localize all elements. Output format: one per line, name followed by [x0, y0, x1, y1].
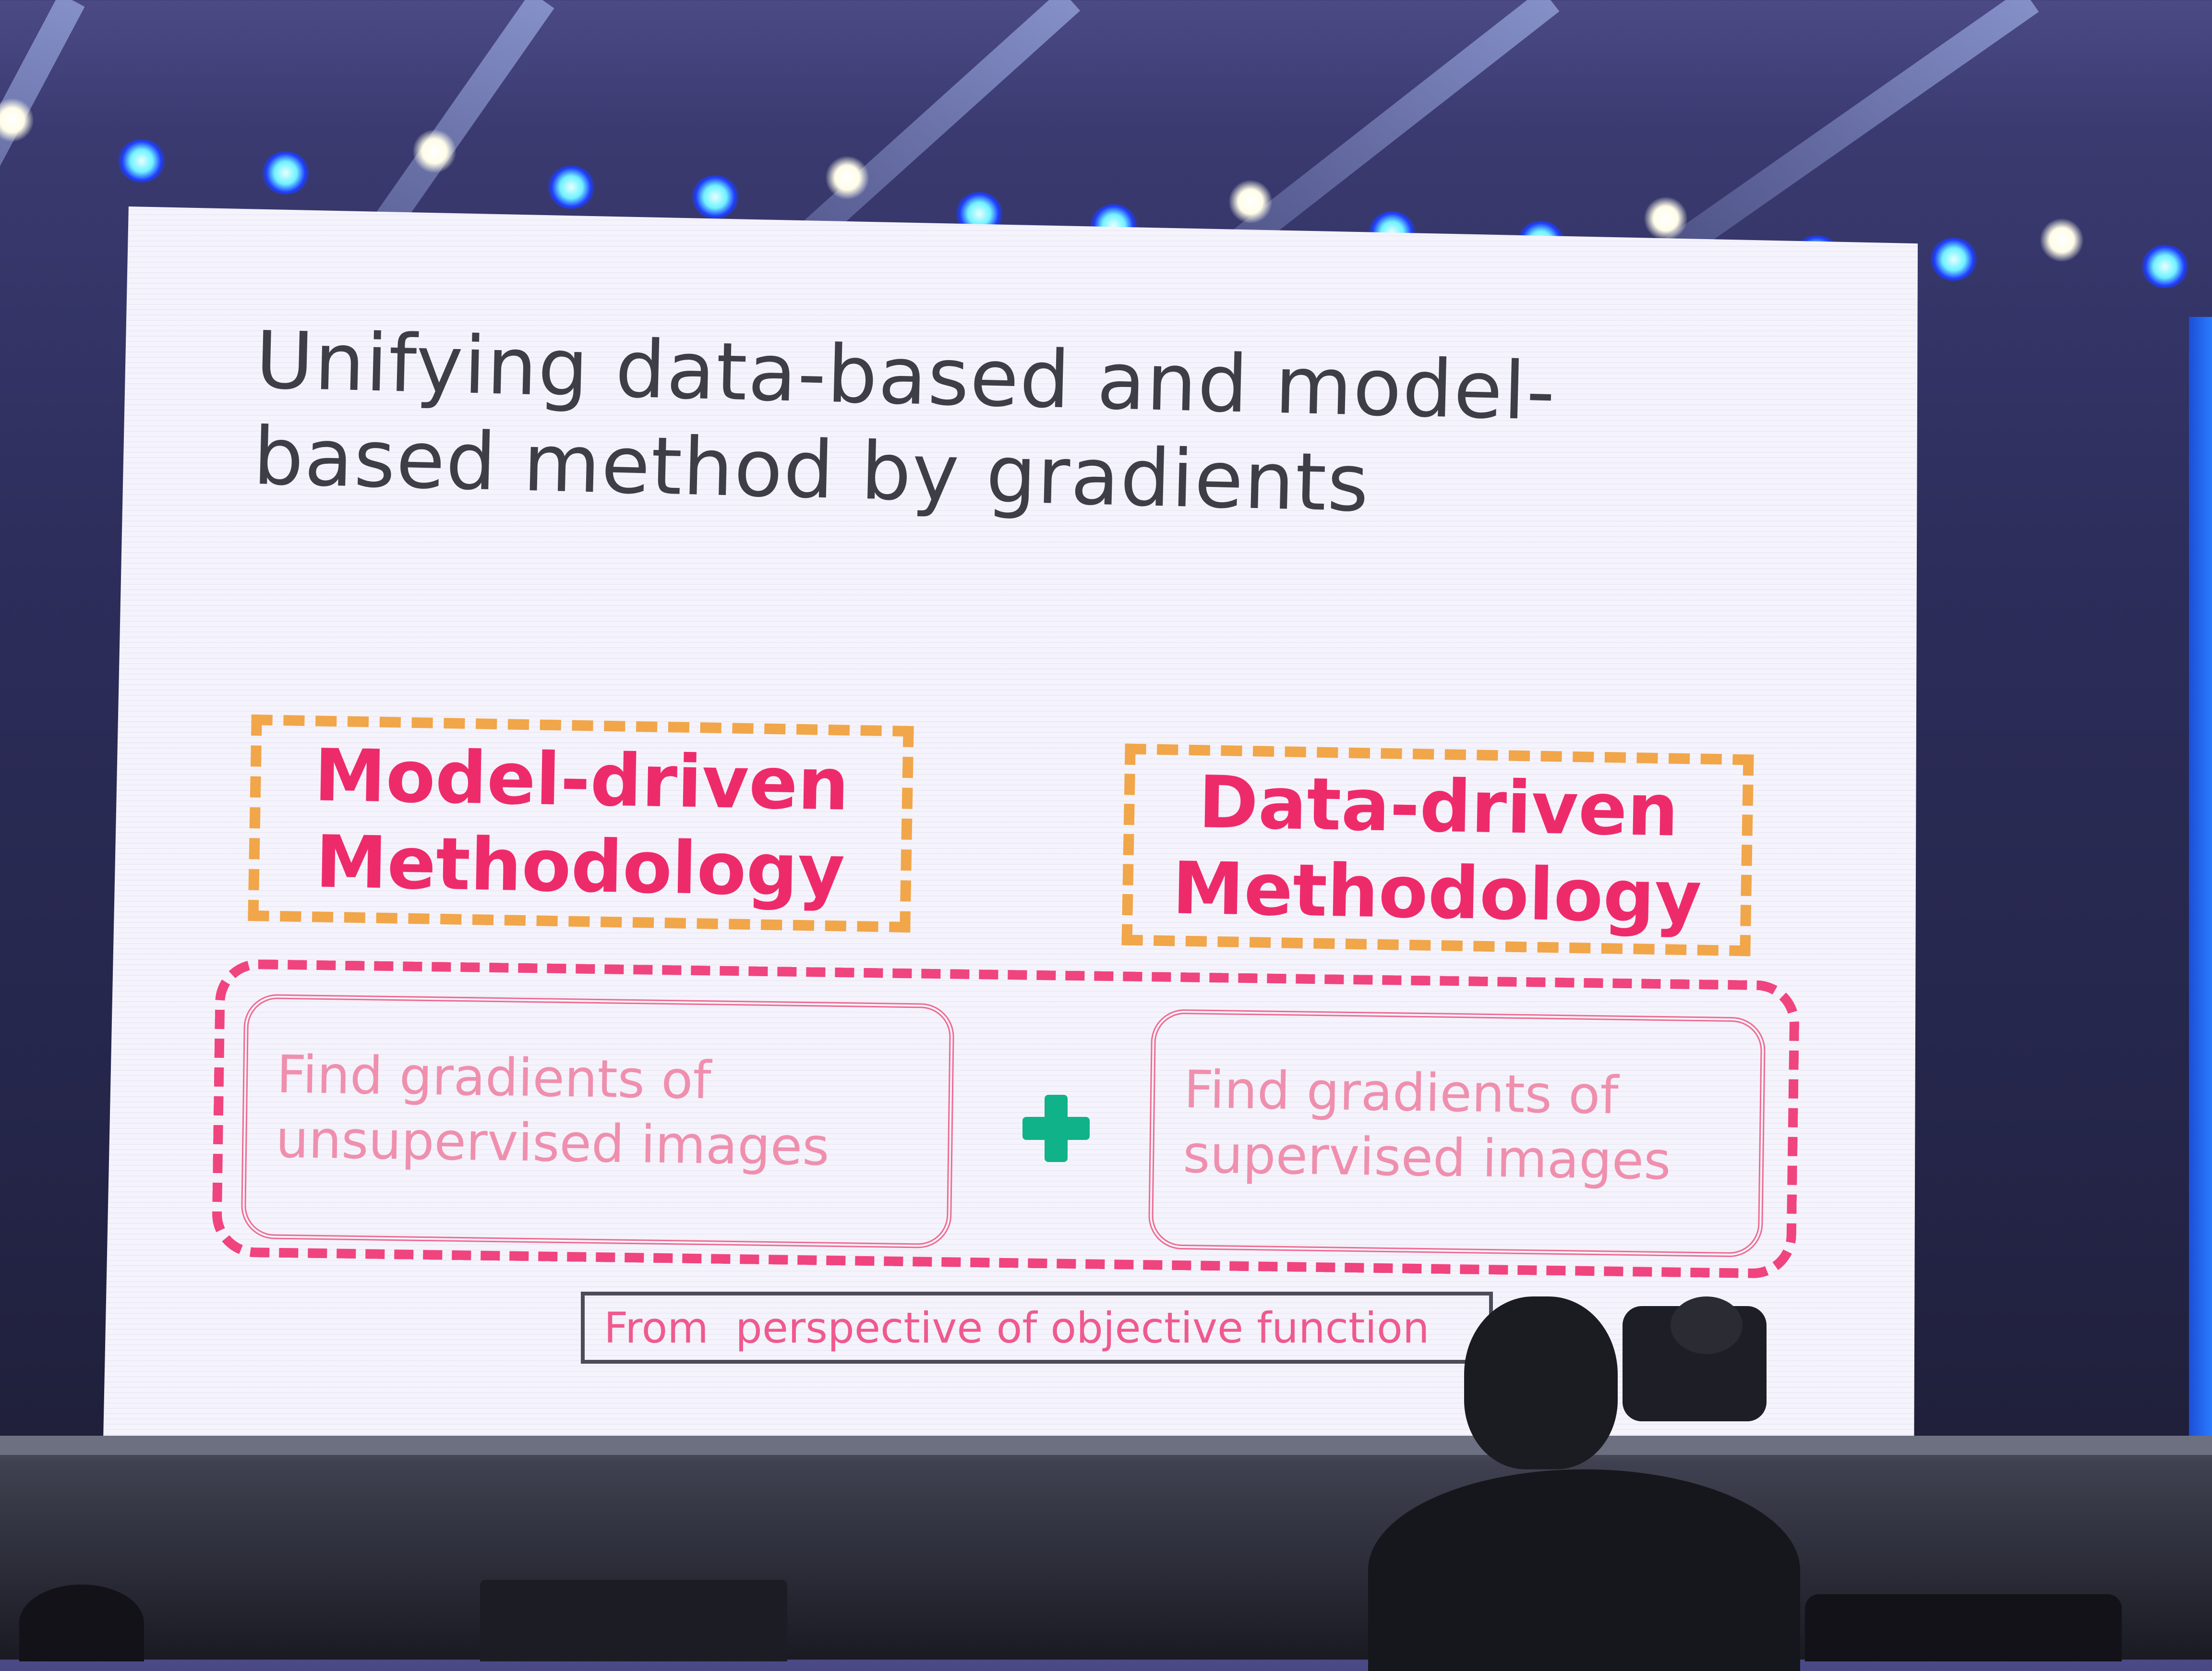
model-driven-box: Model-driven Methodology — [248, 714, 914, 933]
stage-light-icon — [1644, 197, 1687, 240]
stage-light-icon — [262, 151, 310, 194]
plus-icon — [1022, 1095, 1090, 1162]
unsupervised-line-2: unsupervised images — [275, 1109, 830, 1177]
stage-light-icon — [547, 166, 595, 209]
slide-title: Unifying data-based and model- based met… — [252, 312, 1744, 541]
data-driven-line-2: Methodology — [1171, 847, 1703, 940]
stage-light-icon — [2141, 245, 2189, 288]
audience-silhouette — [1805, 1594, 2122, 1661]
side-led-screen — [2189, 317, 2212, 1455]
data-driven-line-1: Data-driven — [1198, 761, 1679, 853]
audience-silhouette — [480, 1580, 787, 1661]
model-driven-line-1: Model-driven — [313, 734, 850, 827]
model-driven-line-2: Methodology — [314, 820, 846, 913]
unsupervised-box: Find gradients of unsupervised images — [240, 993, 955, 1249]
stage-light-icon — [826, 156, 869, 199]
light-beam — [0, 0, 85, 601]
data-driven-box: Data-driven Methodology — [1121, 743, 1754, 957]
projection-screen: Unifying data-based and model- based met… — [103, 206, 1918, 1441]
camera-operator — [1368, 1296, 1800, 1671]
stage-edge — [0, 1436, 2212, 1455]
stage-light-icon — [413, 130, 456, 173]
stage-light-icon — [118, 139, 166, 182]
supervised-line-2: supervised images — [1182, 1125, 1671, 1192]
audience-silhouette — [19, 1585, 144, 1661]
unsupervised-line-1: Find gradients of — [276, 1044, 712, 1111]
caption-text: From perspective of objective function — [604, 1303, 1430, 1353]
camera-lens — [1671, 1296, 1743, 1354]
stage-light-icon — [1930, 238, 1978, 281]
supervised-box: Find gradients of supervised images — [1148, 1009, 1766, 1258]
stage-light-icon — [2040, 218, 2083, 262]
operator-head — [1464, 1296, 1618, 1469]
stage-light-icon — [1229, 180, 1272, 223]
stage-light-icon — [691, 175, 739, 218]
operator-shoulders — [1368, 1469, 1800, 1671]
objective-function-caption: From perspective of objective function — [581, 1292, 1493, 1364]
supervised-line-1: Find gradients of — [1183, 1060, 1619, 1126]
